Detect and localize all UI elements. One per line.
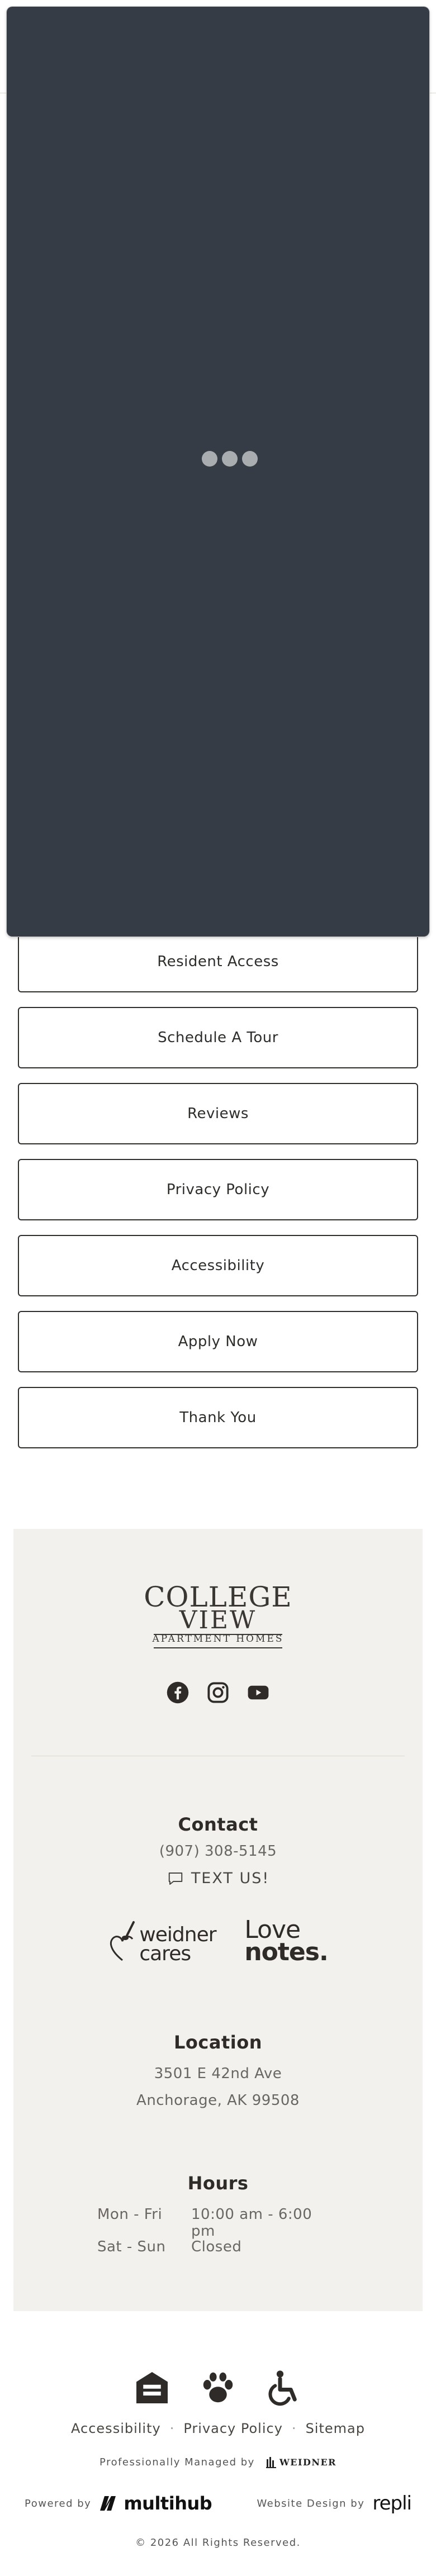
- multihub-wordmark: multihub: [124, 2493, 212, 2514]
- multihub-mark-icon: [100, 2496, 116, 2511]
- thank-you-button[interactable]: Thank You: [18, 1387, 418, 1448]
- contact-heading: Contact: [178, 1814, 258, 1835]
- youtube-icon[interactable]: [247, 1681, 270, 1704]
- footer-info-panel: COLLEGE VIEW APARTMENT HOMES Contact (90…: [13, 1529, 423, 2311]
- hours-time: Closed: [191, 2238, 242, 2255]
- accessibility-icon: [262, 2366, 306, 2409]
- loading-dot: [242, 451, 258, 467]
- weidner-cares-text: weidner cares: [139, 1923, 216, 1965]
- repli-logo[interactable]: repli: [372, 2492, 412, 2515]
- hours-time: 10:00 am - 6:00 pm: [191, 2206, 312, 2240]
- privacy-policy-link[interactable]: Privacy Policy: [183, 2421, 283, 2436]
- social-links: [13, 1681, 423, 1704]
- reviews-button[interactable]: Reviews: [18, 1083, 418, 1144]
- text-us-label: TEXT US!: [191, 1870, 270, 1887]
- weidner-logo[interactable]: WEIDNER: [266, 2456, 337, 2468]
- logo-rule-bottom: [154, 1647, 282, 1648]
- instagram-icon[interactable]: [206, 1681, 230, 1704]
- hours-days: Mon - Fri: [97, 2206, 163, 2223]
- accessibility-button[interactable]: Accessibility: [18, 1235, 418, 1296]
- address-line-1[interactable]: 3501 E 42nd Ave: [13, 2065, 423, 2082]
- weidner-mark-icon: [266, 2456, 276, 2468]
- love-notes-logo[interactable]: Love notes.: [244, 1918, 328, 1966]
- resident-access-button[interactable]: Resident Access: [18, 931, 418, 992]
- logo-rule-top: [154, 1634, 282, 1635]
- address-line-2[interactable]: Anchorage, AK 99508: [13, 2092, 423, 2109]
- design-by: Website Design by repli: [257, 2492, 412, 2515]
- love-notes-line2: notes.: [244, 1938, 328, 1966]
- loading-overlay: [7, 7, 429, 937]
- design-label: Website Design by: [257, 2497, 365, 2510]
- powered-label: Powered by: [25, 2497, 92, 2510]
- weidner-wordmark: WEIDNER: [279, 2457, 337, 2468]
- text-us-link[interactable]: TEXT US!: [13, 1870, 423, 1887]
- hours-row: Mon - Fri 10:00 am - 6:00 pm: [13, 2206, 423, 2240]
- brand-logos: weidner cares Love notes.: [13, 1913, 423, 1969]
- managed-label: Professionally Managed by: [99, 2456, 255, 2468]
- pet-friendly-icon: [196, 2366, 240, 2409]
- managed-by: Professionally Managed by WEIDNER: [0, 2456, 436, 2468]
- phone-link[interactable]: (907) 308-5145: [13, 1843, 423, 1860]
- credits-row: Powered by multihub Website Design by re…: [25, 2492, 412, 2515]
- sitemap-link[interactable]: Sitemap: [306, 2421, 365, 2436]
- link-separator: ·: [291, 2421, 297, 2436]
- hours-row: Sat - Sun Closed: [13, 2238, 423, 2255]
- privacy-policy-button[interactable]: Privacy Policy: [18, 1159, 418, 1220]
- property-logo[interactable]: COLLEGE VIEW APARTMENT HOMES: [13, 1583, 423, 1646]
- copyright-text: © 2026 All Rights Reserved.: [135, 2537, 301, 2549]
- equal-housing-icon: [130, 2366, 174, 2409]
- legal-links: Accessibility · Privacy Policy · Sitemap: [0, 2421, 436, 2436]
- facebook-icon[interactable]: [166, 1681, 189, 1704]
- location-heading: Location: [174, 2032, 262, 2053]
- hours-days: Sat - Sun: [97, 2238, 166, 2255]
- heart-brush-icon: [110, 1921, 135, 1961]
- schedule-tour-button[interactable]: Schedule A Tour: [18, 1007, 418, 1068]
- hours-heading: Hours: [187, 2173, 249, 2194]
- apply-now-button[interactable]: Apply Now: [18, 1311, 418, 1372]
- logo-line-view: VIEW: [179, 1606, 257, 1634]
- multihub-logo[interactable]: multihub: [99, 2493, 212, 2514]
- accessibility-link[interactable]: Accessibility: [71, 2421, 161, 2436]
- loading-dot: [202, 451, 217, 467]
- powered-by: Powered by multihub: [25, 2493, 212, 2514]
- link-separator: ·: [169, 2421, 175, 2436]
- loading-indicator: [202, 451, 260, 467]
- loading-dot: [222, 451, 238, 467]
- weidner-cares-logo[interactable]: weidner cares: [108, 1919, 217, 1964]
- compliance-icons: [0, 2366, 436, 2409]
- chat-icon: [168, 1872, 183, 1885]
